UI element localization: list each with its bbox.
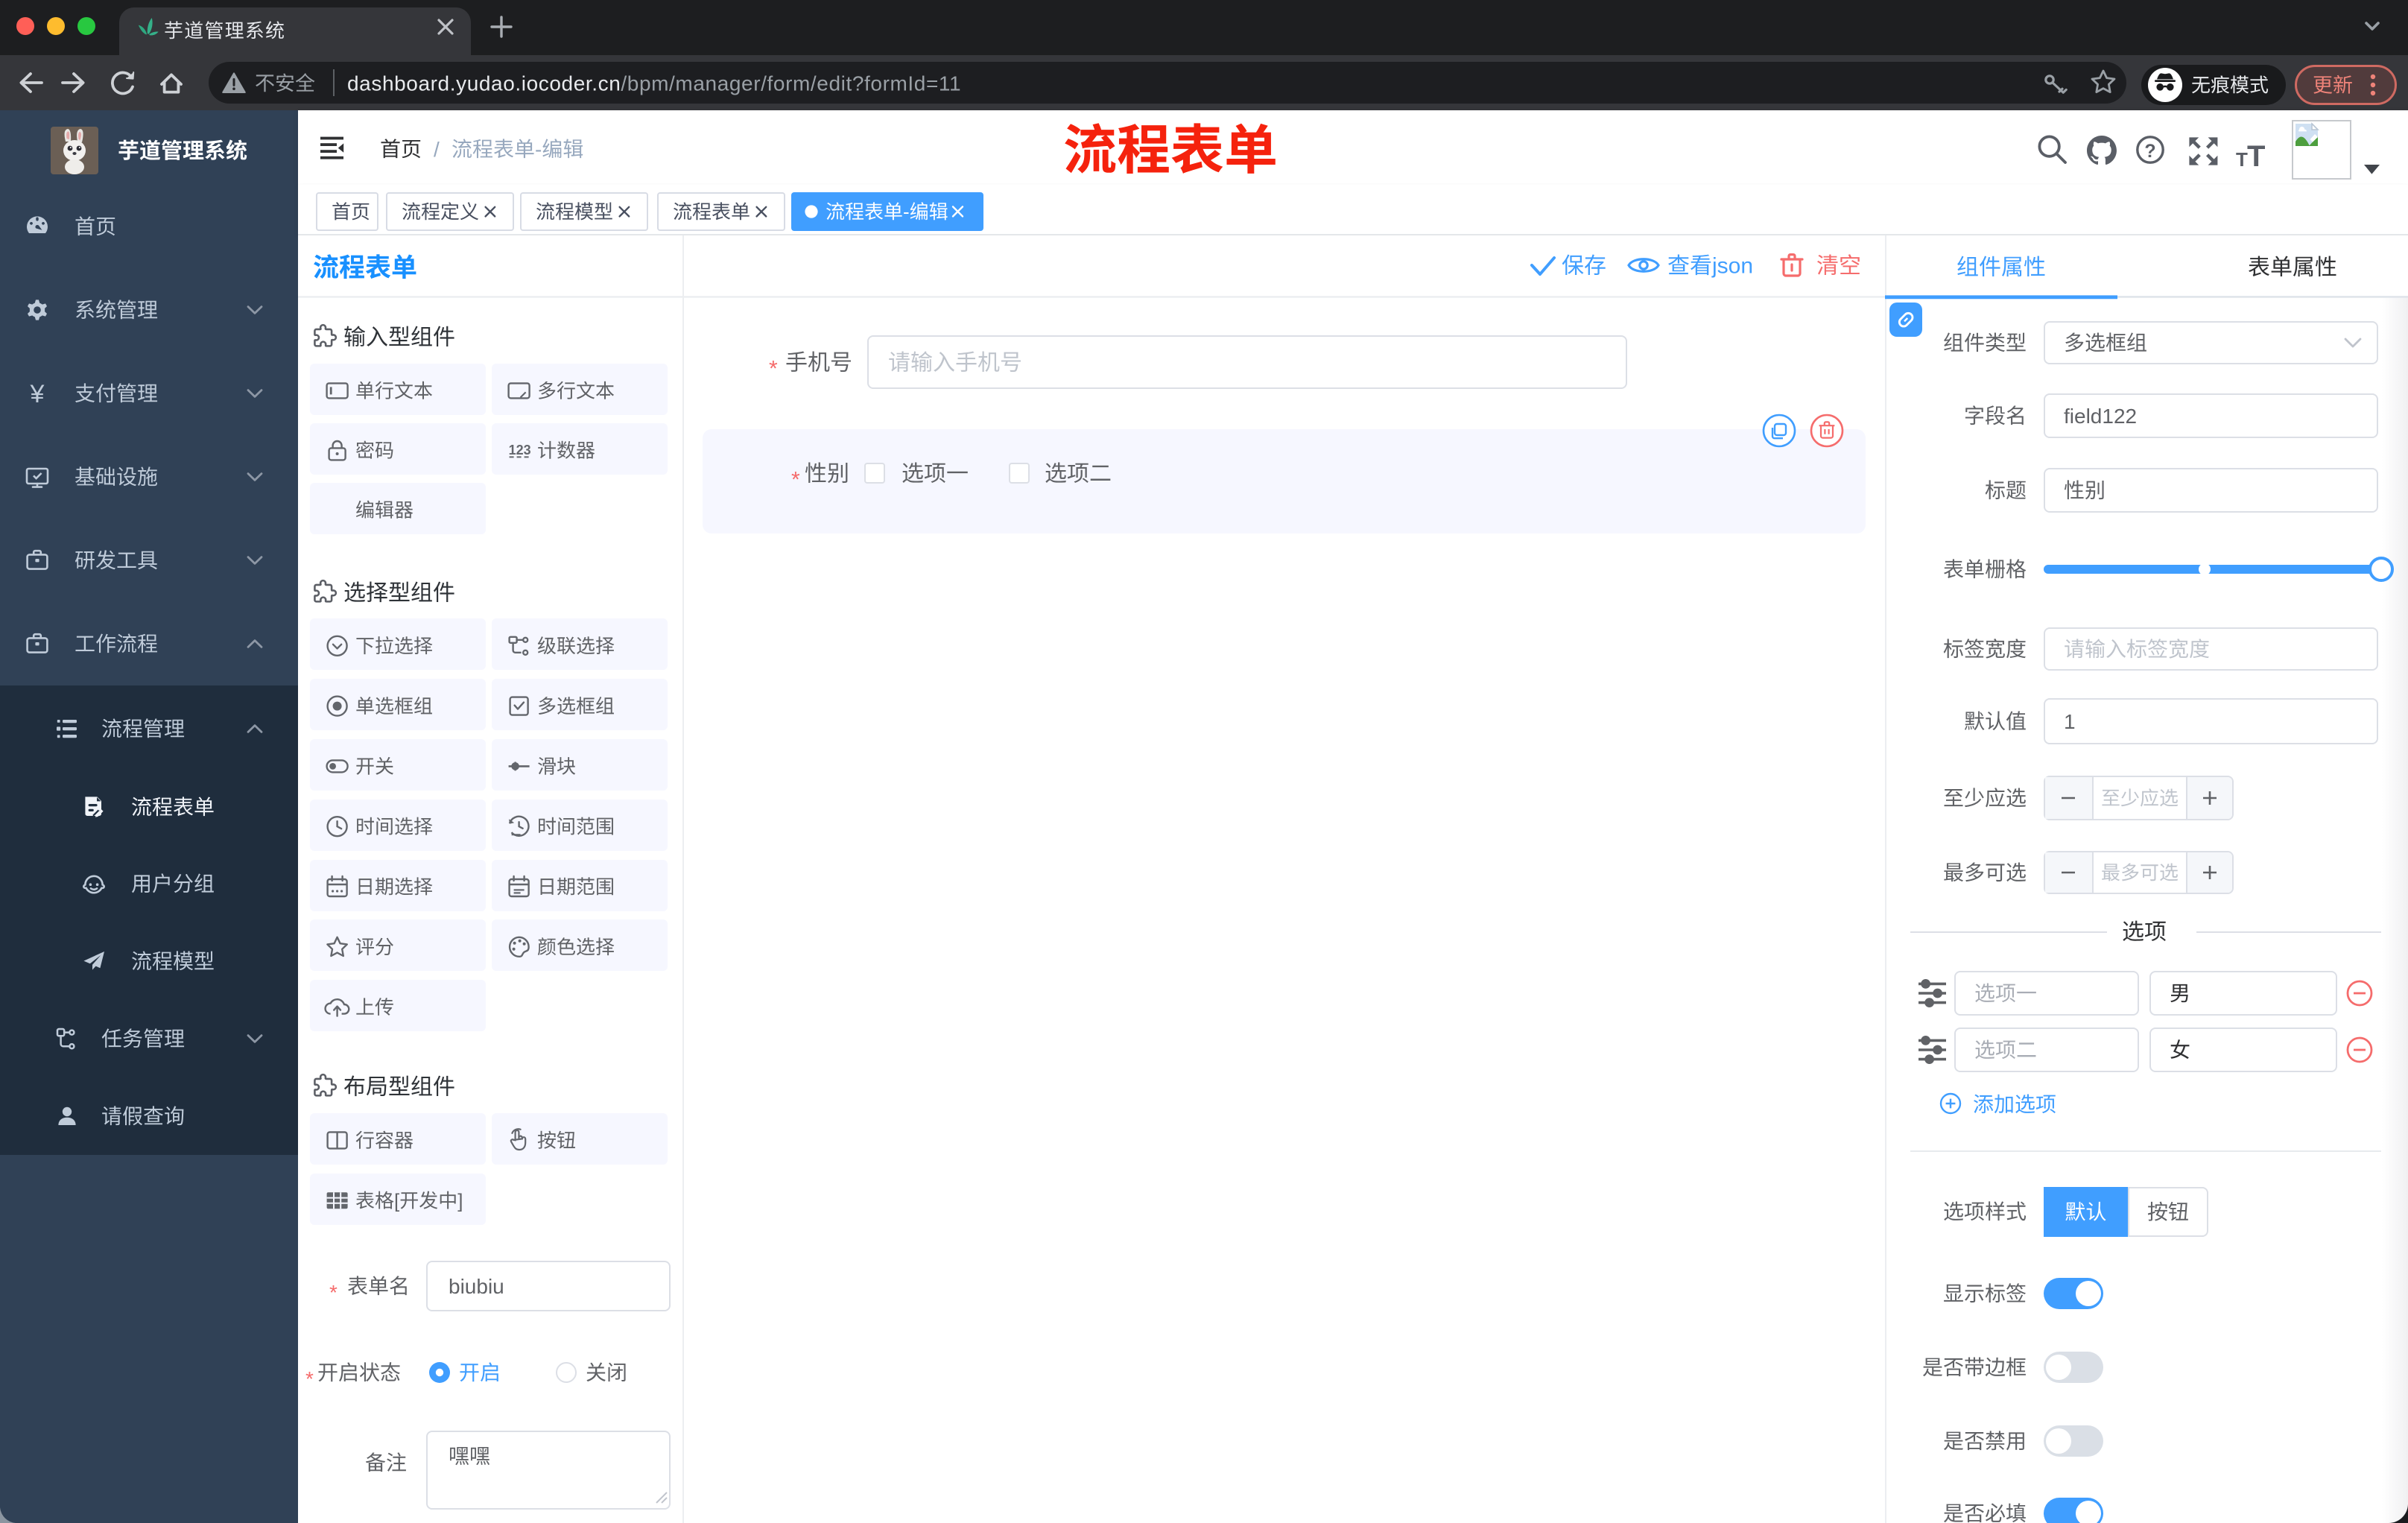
svg-text:1: 1 bbox=[2064, 710, 2076, 733]
svg-text:?: ? bbox=[2144, 141, 2155, 162]
svg-text:*: * bbox=[791, 468, 800, 493]
svg-text:/: / bbox=[434, 138, 440, 161]
svg-text:123: 123 bbox=[509, 443, 531, 457]
svg-text:¥: ¥ bbox=[30, 380, 45, 408]
svg-text:json: json bbox=[1711, 254, 1753, 279]
svg-text:[: [ bbox=[394, 1189, 400, 1212]
svg-text:]: ] bbox=[457, 1189, 463, 1212]
svg-text:*: * bbox=[305, 1367, 314, 1390]
svg-text:-: - bbox=[535, 138, 542, 161]
svg-text:*: * bbox=[769, 357, 778, 381]
svg-text:T: T bbox=[2247, 140, 2265, 173]
svg-text:/bpm/manager/form/edit?formId=: /bpm/manager/form/edit?formId=11 bbox=[621, 72, 961, 95]
svg-text:biubiu: biubiu bbox=[449, 1275, 504, 1298]
svg-text:field122: field122 bbox=[2064, 405, 2137, 428]
svg-text:dashboard.yudao.iocoder.cn: dashboard.yudao.iocoder.cn bbox=[347, 72, 621, 95]
svg-text:-: - bbox=[903, 200, 910, 223]
svg-text:T: T bbox=[2236, 148, 2248, 171]
svg-text:*: * bbox=[329, 1281, 338, 1304]
